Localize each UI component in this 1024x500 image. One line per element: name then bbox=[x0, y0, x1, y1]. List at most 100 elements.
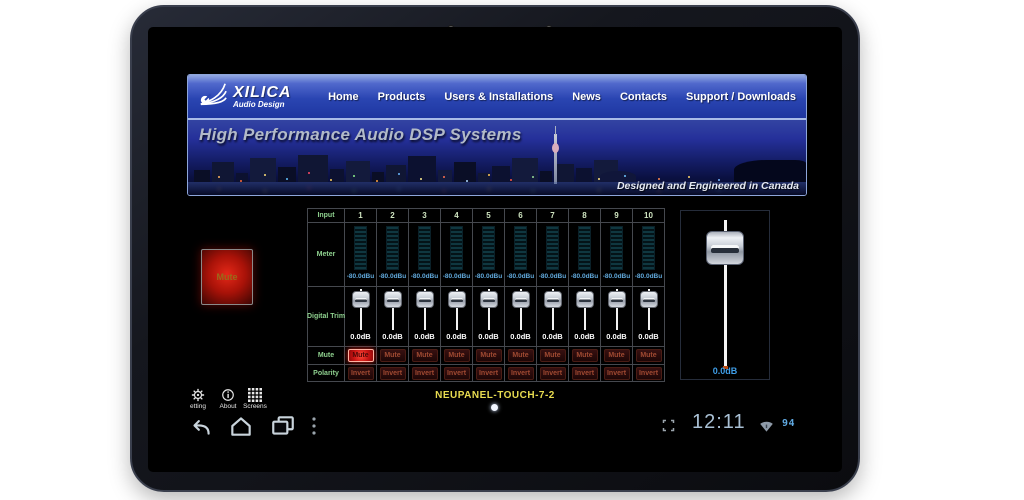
trim-slider[interactable] bbox=[409, 287, 440, 331]
meter-db-label: -80.0dBu bbox=[474, 273, 503, 280]
channel-number: 7 bbox=[550, 211, 555, 220]
nav-link-home[interactable]: Home bbox=[328, 91, 359, 103]
nav-link-news[interactable]: News bbox=[572, 91, 601, 103]
channel-column: 4 -80.0dBu 0.0dB Mute Invert bbox=[441, 209, 473, 382]
channel-trim-cell: 0.0dB bbox=[377, 287, 409, 347]
channel-mute-button[interactable]: Mute bbox=[411, 349, 438, 362]
trim-slider-knob[interactable] bbox=[607, 291, 626, 308]
trim-slider-knob[interactable] bbox=[415, 291, 434, 308]
channel-mute-button[interactable]: Mute bbox=[603, 349, 630, 362]
level-meter bbox=[354, 226, 367, 270]
channel-trim-cell: 0.0dB bbox=[633, 287, 665, 347]
mixer-row-labels: Input Meter Digital Trim Mute Polarity bbox=[306, 209, 346, 382]
channel-invert-button[interactable]: Invert bbox=[411, 366, 438, 380]
meter-db-label: -80.0dBu bbox=[506, 273, 535, 280]
channel-meter-cell: -80.0dBu bbox=[409, 223, 441, 287]
channel-invert-button[interactable]: Invert bbox=[443, 366, 470, 380]
channel-invert-button[interactable]: Invert bbox=[379, 366, 406, 380]
trim-slider[interactable] bbox=[441, 287, 472, 331]
channel-mute-button[interactable]: Mute bbox=[571, 349, 598, 362]
channel-meter-cell: -80.0dBu bbox=[633, 223, 665, 287]
master-mute-button[interactable]: Mute bbox=[201, 249, 253, 305]
trim-db-label: 0.0dB bbox=[414, 332, 435, 341]
cn-tower-silhouette bbox=[552, 126, 559, 184]
trim-slider[interactable] bbox=[473, 287, 504, 331]
meter-db-label: -80.0dBu bbox=[570, 273, 599, 280]
trim-slider[interactable] bbox=[505, 287, 536, 331]
trim-slider-knob[interactable] bbox=[383, 291, 402, 308]
channel-number: 4 bbox=[454, 211, 459, 220]
channel-mute-button[interactable]: Mute bbox=[539, 349, 566, 362]
trim-slider-knob[interactable] bbox=[543, 291, 562, 308]
xilica-logo[interactable]: XILICA Audio Design bbox=[198, 80, 291, 113]
meter-db-label: -80.0dBu bbox=[410, 273, 439, 280]
trim-slider-knob[interactable] bbox=[447, 291, 466, 308]
nav-link-contacts[interactable]: Contacts bbox=[620, 91, 667, 103]
trim-db-label: 0.0dB bbox=[606, 332, 627, 341]
channel-column: 6 -80.0dBu 0.0dB Mute Invert bbox=[505, 209, 537, 382]
trim-db-label: 0.0dB bbox=[638, 332, 659, 341]
channel-meter-cell: -80.0dBu bbox=[377, 223, 409, 287]
trim-slider-knob[interactable] bbox=[575, 291, 594, 308]
channel-mute-button[interactable]: Mute bbox=[379, 349, 406, 362]
channel-trim-cell: 0.0dB bbox=[441, 287, 473, 347]
city-silhouette bbox=[194, 152, 736, 182]
channel-mute-button[interactable]: Mute bbox=[347, 349, 374, 362]
trim-slider[interactable] bbox=[601, 287, 632, 331]
channel-number: 3 bbox=[422, 211, 427, 220]
nav-link-users-installations[interactable]: Users & Installations bbox=[444, 91, 553, 103]
fullscreen-toggle-icon[interactable] bbox=[661, 418, 679, 440]
level-meter bbox=[482, 226, 495, 270]
channel-invert-button[interactable]: Invert bbox=[507, 366, 534, 380]
trim-slider-knob[interactable] bbox=[639, 291, 658, 308]
meter-db-label: -80.0dBu bbox=[378, 273, 407, 280]
status-clock: 12:11 bbox=[692, 411, 746, 433]
channel-mute-button[interactable]: Mute bbox=[507, 349, 534, 362]
trim-slider[interactable] bbox=[537, 287, 568, 331]
row-label-polarity: Polarity bbox=[313, 369, 339, 377]
shore-silhouette bbox=[734, 160, 806, 182]
recent-apps-button[interactable] bbox=[270, 415, 300, 437]
channel-column: 3 -80.0dBu 0.0dB Mute Invert bbox=[409, 209, 441, 382]
channel-meter-cell: -80.0dBu bbox=[601, 223, 633, 287]
channel-mute-button[interactable]: Mute bbox=[443, 349, 470, 362]
channel-column: 10 -80.0dBu 0.0dB Mute Invert bbox=[633, 209, 665, 382]
channel-meter-cell: -80.0dBu bbox=[537, 223, 569, 287]
tablet-screen: XILICA Audio Design Home Products Users … bbox=[148, 27, 842, 472]
back-button[interactable] bbox=[188, 415, 218, 437]
channel-invert-button[interactable]: Invert bbox=[475, 366, 502, 380]
trim-slider[interactable] bbox=[377, 287, 408, 331]
channel-trim-cell: 0.0dB bbox=[409, 287, 441, 347]
channel-invert-button[interactable]: Invert bbox=[539, 366, 566, 380]
website-banner: XILICA Audio Design Home Products Users … bbox=[187, 74, 807, 196]
row-label-digital-trim: Digital Trim bbox=[306, 313, 346, 320]
channel-column: 5 -80.0dBu 0.0dB Mute Invert bbox=[473, 209, 505, 382]
channel-invert-button[interactable]: Invert bbox=[571, 366, 598, 380]
channel-invert-button[interactable]: Invert bbox=[347, 366, 374, 380]
trim-db-label: 0.0dB bbox=[510, 332, 531, 341]
channel-invert-button[interactable]: Invert bbox=[603, 366, 630, 380]
meter-db-label: -80.0dBu bbox=[602, 273, 631, 280]
menu-overflow-icon[interactable] bbox=[310, 415, 324, 437]
trim-slider-knob[interactable] bbox=[511, 291, 530, 308]
mixer-channels: 1 -80.0dBu 0.0dB Mute Invert 2 -80.0dBu … bbox=[345, 209, 665, 382]
meter-db-label: -80.0dBu bbox=[538, 273, 567, 280]
channel-number: 5 bbox=[486, 211, 491, 220]
trim-db-label: 0.0dB bbox=[542, 332, 563, 341]
channel-mute-button[interactable]: Mute bbox=[475, 349, 502, 362]
trim-db-label: 0.0dB bbox=[446, 332, 467, 341]
trim-slider[interactable] bbox=[345, 287, 376, 331]
trim-slider[interactable] bbox=[633, 287, 664, 331]
channel-number: 9 bbox=[614, 211, 619, 220]
trim-slider-knob[interactable] bbox=[479, 291, 498, 308]
channel-invert-button[interactable]: Invert bbox=[635, 366, 662, 380]
nav-link-products[interactable]: Products bbox=[378, 91, 426, 103]
nav-link-support-downloads[interactable]: Support / Downloads bbox=[686, 91, 796, 103]
channel-mute-button[interactable]: Mute bbox=[635, 349, 662, 362]
home-button[interactable] bbox=[228, 415, 258, 437]
channel-number: 1 bbox=[358, 211, 363, 220]
meter-db-label: -80.0dBu bbox=[346, 273, 375, 280]
master-fader-knob[interactable] bbox=[706, 231, 744, 265]
trim-slider[interactable] bbox=[569, 287, 600, 331]
trim-slider-knob[interactable] bbox=[351, 291, 370, 308]
